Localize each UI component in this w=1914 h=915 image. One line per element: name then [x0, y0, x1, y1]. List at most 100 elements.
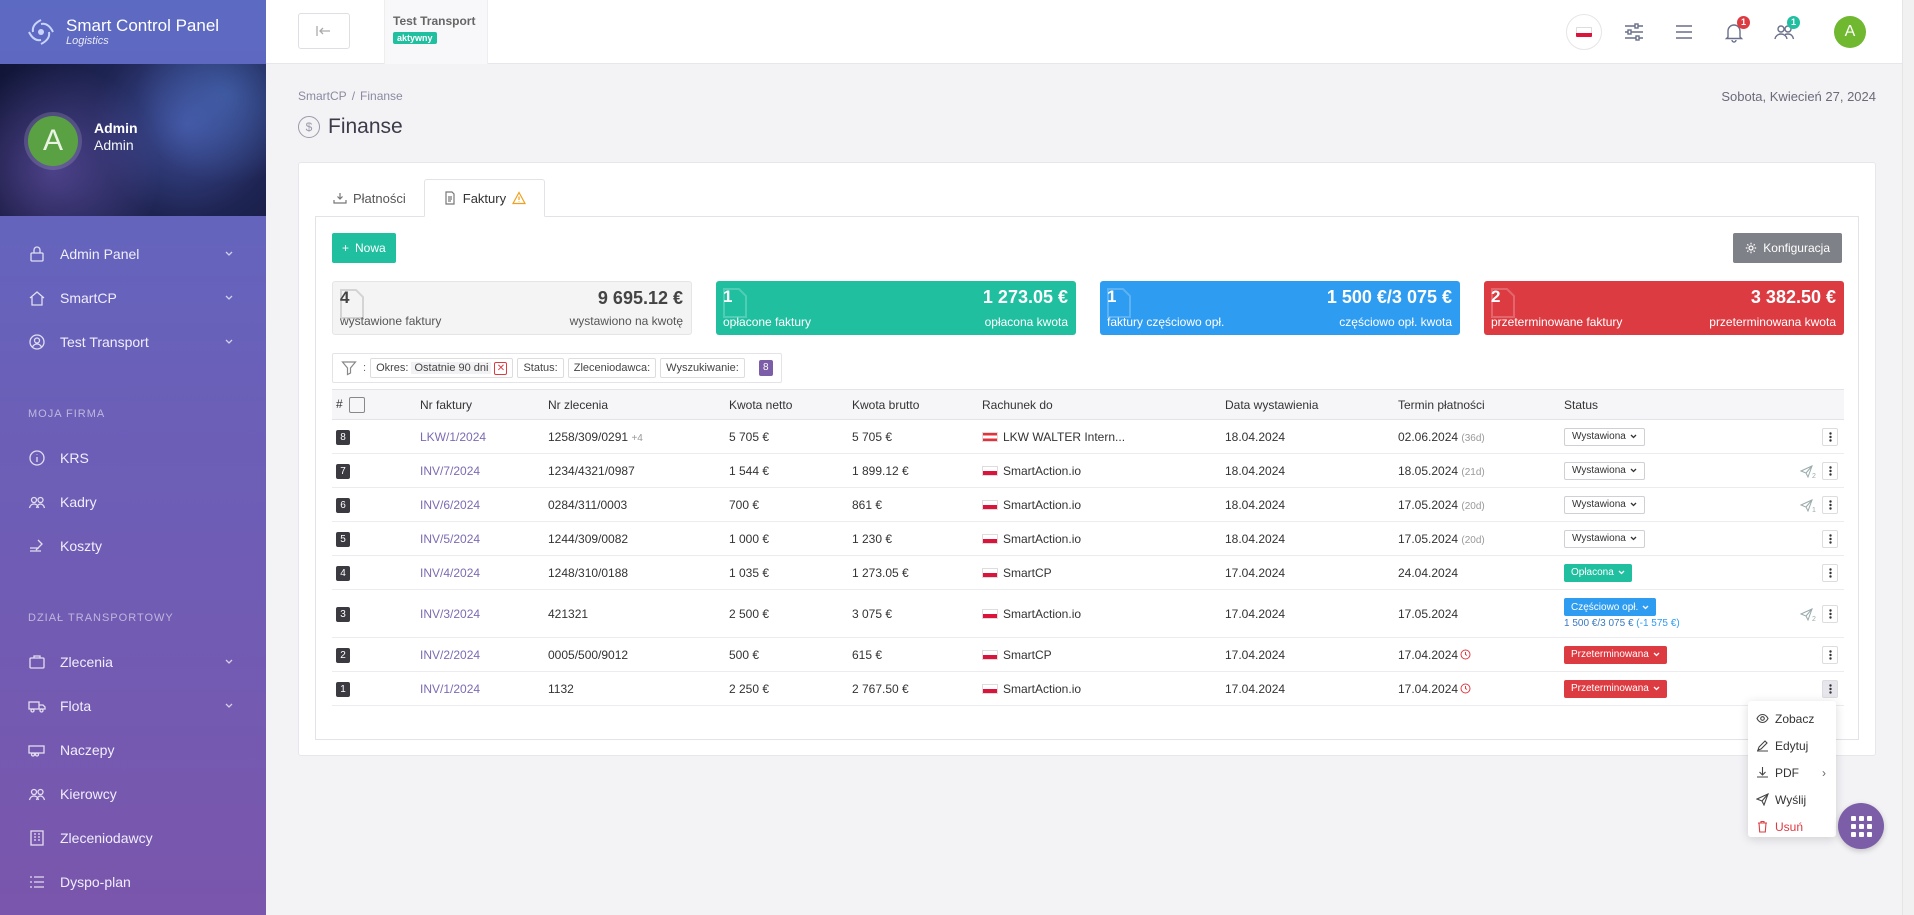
stat-issued[interactable]: 4 9 695.12 € wystawione faktury wystawio… [332, 281, 692, 335]
col-header-order[interactable]: Nr zlecenia [544, 389, 725, 420]
col-header-bill-to[interactable]: Rachunek do [978, 389, 1221, 420]
chevron-down-icon [225, 295, 233, 300]
menu-item-pdf[interactable]: PDF › [1748, 759, 1836, 786]
menu-item-send[interactable]: Wyślij [1748, 786, 1836, 813]
sidebar-item-test-transport[interactable]: Test Transport [0, 320, 266, 364]
row-actions-button[interactable] [1822, 645, 1838, 664]
filter-icon[interactable] [341, 360, 357, 376]
brand[interactable]: Smart Control Panel Logistics [0, 0, 266, 64]
sent-icon[interactable]: 1 [1799, 499, 1818, 514]
col-header-net[interactable]: Kwota netto [725, 389, 848, 420]
sidebar-item-zleceniodawcy[interactable]: Zleceniodawcy [0, 816, 266, 860]
menu-item-edit[interactable]: Edytuj [1748, 732, 1836, 759]
status-dropdown[interactable]: Opłacona [1564, 563, 1632, 582]
sidebar-item-naczepy[interactable]: Naczepy [0, 728, 266, 772]
profile-panel: A Admin Admin [0, 64, 266, 216]
invoice-link[interactable]: INV/5/2024 [420, 532, 480, 546]
avatar[interactable]: A [28, 116, 78, 166]
breadcrumb-root[interactable]: SmartCP [298, 89, 347, 103]
sidebar-item-admin-panel[interactable]: Admin Panel [0, 232, 266, 276]
config-button[interactable]: Konfiguracja [1733, 233, 1842, 263]
row-actions-button[interactable] [1822, 495, 1838, 514]
new-invoice-button[interactable]: + Nowa [332, 233, 396, 263]
row-actions-button[interactable] [1822, 604, 1838, 623]
tab-faktury[interactable]: Faktury [423, 179, 546, 217]
scrollbar[interactable] [1902, 0, 1914, 915]
sidebar-item-smartcp[interactable]: SmartCP [0, 276, 266, 320]
invoice-link[interactable]: INV/4/2024 [420, 566, 480, 580]
row-actions-button[interactable] [1822, 427, 1838, 446]
status-dropdown[interactable]: Wystawiona [1564, 529, 1645, 548]
status-dropdown[interactable]: Przeterminowana [1564, 645, 1667, 664]
company-switcher[interactable]: Test Transport aktywny [384, 0, 488, 64]
sidebar-item-krs[interactable]: KRS [0, 436, 266, 480]
filter-client[interactable]: Zleceniodawca: [567, 358, 657, 378]
status-dropdown[interactable]: Wystawiona [1564, 427, 1645, 446]
status-dropdown[interactable]: Przeterminowana [1564, 679, 1667, 698]
team-button[interactable]: 1 [1766, 14, 1802, 50]
sidebar-item-kadry[interactable]: Kadry [0, 480, 266, 524]
col-header-invoice[interactable]: Nr faktury [416, 389, 544, 420]
select-all-checkbox[interactable] [348, 396, 365, 413]
tab-platnosci[interactable]: Płatności [315, 179, 424, 217]
stat-count: 1 [723, 287, 733, 306]
clear-filter-icon[interactable]: ✕ [494, 361, 508, 375]
col-header-status[interactable]: Status [1560, 389, 1758, 420]
profile-name: Admin [94, 120, 138, 136]
row-actions-button[interactable] [1822, 461, 1838, 480]
status-dropdown[interactable]: Wystawiona [1564, 495, 1645, 514]
issue-date: 17.04.2024 [1221, 555, 1394, 590]
invoice-link[interactable]: INV/6/2024 [420, 498, 480, 512]
invoice-link[interactable]: INV/2/2024 [420, 648, 480, 662]
gross-amount: 2 767.50 € [848, 671, 978, 706]
apps-fab-button[interactable] [1838, 803, 1884, 849]
table-row[interactable]: 1 INV/1/2024 1132 2 250 €2 767.50 € SmartAct… [332, 671, 1844, 706]
menu-button[interactable] [1666, 14, 1702, 50]
language-selector[interactable] [1566, 14, 1602, 50]
sidebar-item-dyspo-plan[interactable]: Dyspo-plan [0, 860, 266, 904]
net-amount: 700 € [725, 487, 848, 522]
row-actions-button[interactable] [1822, 679, 1838, 698]
filter-status[interactable]: Status: [517, 358, 564, 378]
filter-search[interactable]: Wyszukiwanie: [660, 358, 745, 378]
sidebar-item-zlecenia[interactable]: Zlecenia [0, 640, 266, 684]
sidebar-item-flota[interactable]: Flota [0, 684, 266, 728]
stat-overdue[interactable]: 2 3 382.50 € przeterminowane faktury prz… [1484, 281, 1844, 335]
col-header-issued[interactable]: Data wystawienia [1221, 389, 1394, 420]
table-row[interactable]: 2 INV/2/2024 0005/500/9012 500 €615 € SmartC… [332, 637, 1844, 672]
table-row[interactable]: 6 INV/6/2024 0284/311/0003 700 €861 € SmartA… [332, 487, 1844, 522]
row-actions-button[interactable] [1822, 563, 1838, 582]
collapse-sidebar-button[interactable] [298, 13, 350, 49]
sent-icon[interactable]: 2 [1799, 608, 1818, 623]
due-date: 17.04.2024 [1398, 647, 1459, 662]
more-vertical-icon [1828, 431, 1832, 442]
invoice-link[interactable]: INV/3/2024 [420, 607, 480, 621]
stat-paid[interactable]: 1 1 273.05 € opłacone faktury opłacona k… [716, 281, 1076, 335]
invoice-link[interactable]: LKW/1/2024 [420, 430, 486, 444]
poland-flag-icon [982, 466, 998, 477]
sidebar-item-kierowcy[interactable]: Kierowcy [0, 772, 266, 816]
invoice-link[interactable]: INV/7/2024 [420, 464, 480, 478]
table-row[interactable]: 7 INV/7/2024 1234/4321/0987 1 544 €1 899.12… [332, 453, 1844, 488]
stat-sublabel: wystawiono na kwotę [569, 314, 683, 328]
user-menu[interactable]: A [1832, 14, 1868, 50]
col-header-gross[interactable]: Kwota brutto [848, 389, 978, 420]
order-extra[interactable]: +4 [631, 433, 642, 444]
table-row[interactable]: 8 LKW/1/2024 1258/309/0291 +4 5 705 €5 705 … [332, 419, 1844, 454]
invoice-link[interactable]: INV/1/2024 [420, 682, 480, 696]
sent-icon[interactable]: 2 [1799, 465, 1818, 480]
filters-button[interactable] [1616, 14, 1652, 50]
filter-period[interactable]: Okres: Ostatnie 90 dni ✕ [370, 358, 514, 378]
sidebar-item-koszty[interactable]: Koszty [0, 524, 266, 568]
menu-item-view[interactable]: Zobacz [1748, 705, 1836, 732]
stat-partial[interactable]: 1 1 500 €/3 075 € faktury częściowo opł.… [1100, 281, 1460, 335]
menu-item-delete[interactable]: Usuń [1748, 813, 1836, 840]
col-header-due[interactable]: Termin płatności [1394, 389, 1560, 420]
table-row[interactable]: 3 INV/3/2024 421321 2 500 €3 075 € SmartActi… [332, 589, 1844, 638]
status-dropdown[interactable]: Wystawiona [1564, 461, 1645, 480]
table-row[interactable]: 5 INV/5/2024 1244/309/0082 1 000 €1 230 € Sm… [332, 521, 1844, 556]
notifications-button[interactable]: 1 [1716, 14, 1752, 50]
table-row[interactable]: 4 INV/4/2024 1248/310/0188 1 035 €1 273.05 … [332, 555, 1844, 590]
status-dropdown[interactable]: Częściowo opł. [1564, 598, 1657, 616]
row-actions-button[interactable] [1822, 529, 1838, 548]
